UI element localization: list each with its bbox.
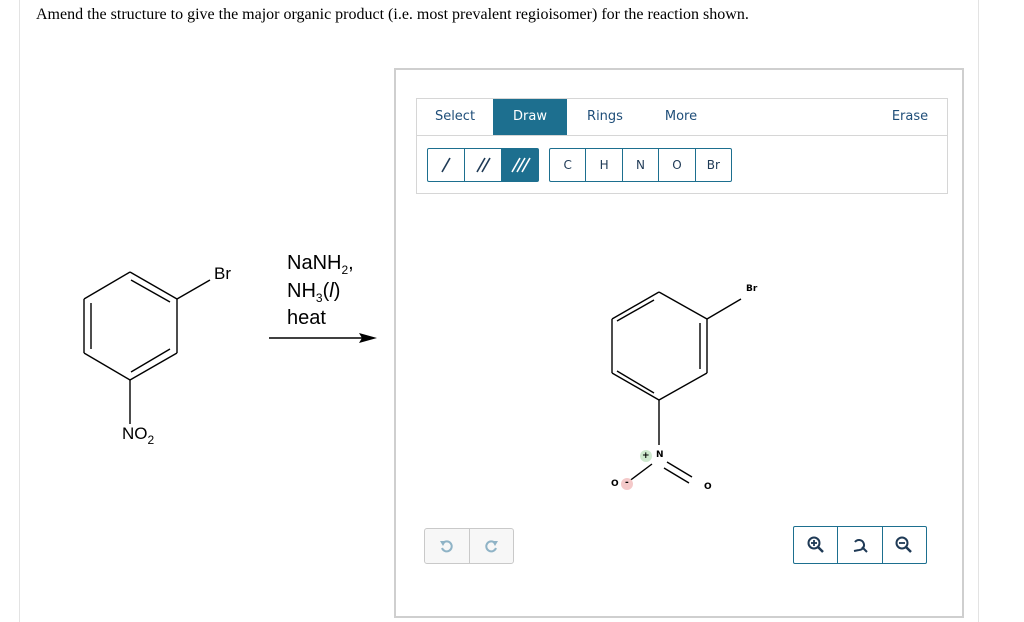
reagent-1-main: NaNH: [287, 252, 342, 274]
atom-button-br[interactable]: Br: [696, 149, 731, 181]
minus-charge-label: -: [625, 478, 629, 488]
atom-button-n[interactable]: N: [623, 149, 660, 181]
zoom-out-icon[interactable]: [883, 527, 926, 563]
reactant-structure: [83, 271, 377, 424]
reagent-1-sub: 2: [341, 263, 349, 277]
reagent-line-3: heat: [287, 307, 326, 329]
atom-button-o[interactable]: O: [659, 149, 696, 181]
history-controls: [424, 528, 514, 564]
tab-more[interactable]: More: [643, 99, 719, 135]
reagent-line-1: NaNH2,: [287, 252, 354, 277]
product-structure: [611, 291, 742, 490]
zoom-reset-icon[interactable]: [838, 527, 883, 563]
tab-erase[interactable]: Erase: [875, 99, 945, 135]
reaction-scheme: Br NO2 NaNH2, NH3(l) heat: [0, 0, 400, 622]
drawing-canvas[interactable]: Br N + O - O: [396, 200, 962, 530]
product-o-right-label: O: [704, 482, 712, 492]
benzene-ring: [83, 271, 211, 424]
redo-icon[interactable]: [470, 529, 514, 563]
reagent-2-close: ): [333, 280, 341, 302]
tab-select[interactable]: Select: [417, 99, 493, 135]
reagent-2-main: NH: [287, 280, 316, 302]
plus-charge-label: +: [642, 451, 650, 461]
editor-tabs: Select Draw Rings More Erase: [417, 99, 947, 136]
bond-tools: [427, 148, 539, 182]
no2-main: NO: [122, 424, 148, 443]
reaction-arrow: [269, 333, 377, 343]
tab-draw[interactable]: Draw: [493, 99, 567, 135]
double-bond-icon[interactable]: [465, 149, 502, 181]
atom-button-c[interactable]: C: [550, 149, 587, 181]
reagent-1-tail: ,: [348, 252, 354, 274]
atom-tools: C H N O Br: [549, 148, 732, 182]
product-br-label: Br: [746, 284, 758, 294]
triple-bond-icon[interactable]: [502, 149, 538, 181]
no2-sub: 2: [147, 433, 155, 447]
reagent-line-2: NH3(l): [287, 280, 341, 305]
editor-toolbar: Select Draw Rings More Erase C H N O Br: [416, 98, 948, 194]
zoom-in-icon[interactable]: [794, 527, 839, 563]
product-n-label: N: [656, 450, 664, 460]
reactant-no2-label: NO2: [122, 424, 155, 447]
product-ring: [611, 291, 742, 484]
reagent-2-sub: 3: [315, 291, 323, 305]
structure-editor: Select Draw Rings More Erase C H N O Br: [394, 68, 964, 618]
undo-icon[interactable]: [425, 529, 470, 563]
atom-button-h[interactable]: H: [586, 149, 623, 181]
single-bond-icon[interactable]: [428, 149, 465, 181]
tab-rings[interactable]: Rings: [567, 99, 643, 135]
zoom-controls: [793, 526, 927, 564]
product-o-left-label: O: [611, 479, 619, 489]
reactant-br-label: Br: [214, 264, 231, 283]
